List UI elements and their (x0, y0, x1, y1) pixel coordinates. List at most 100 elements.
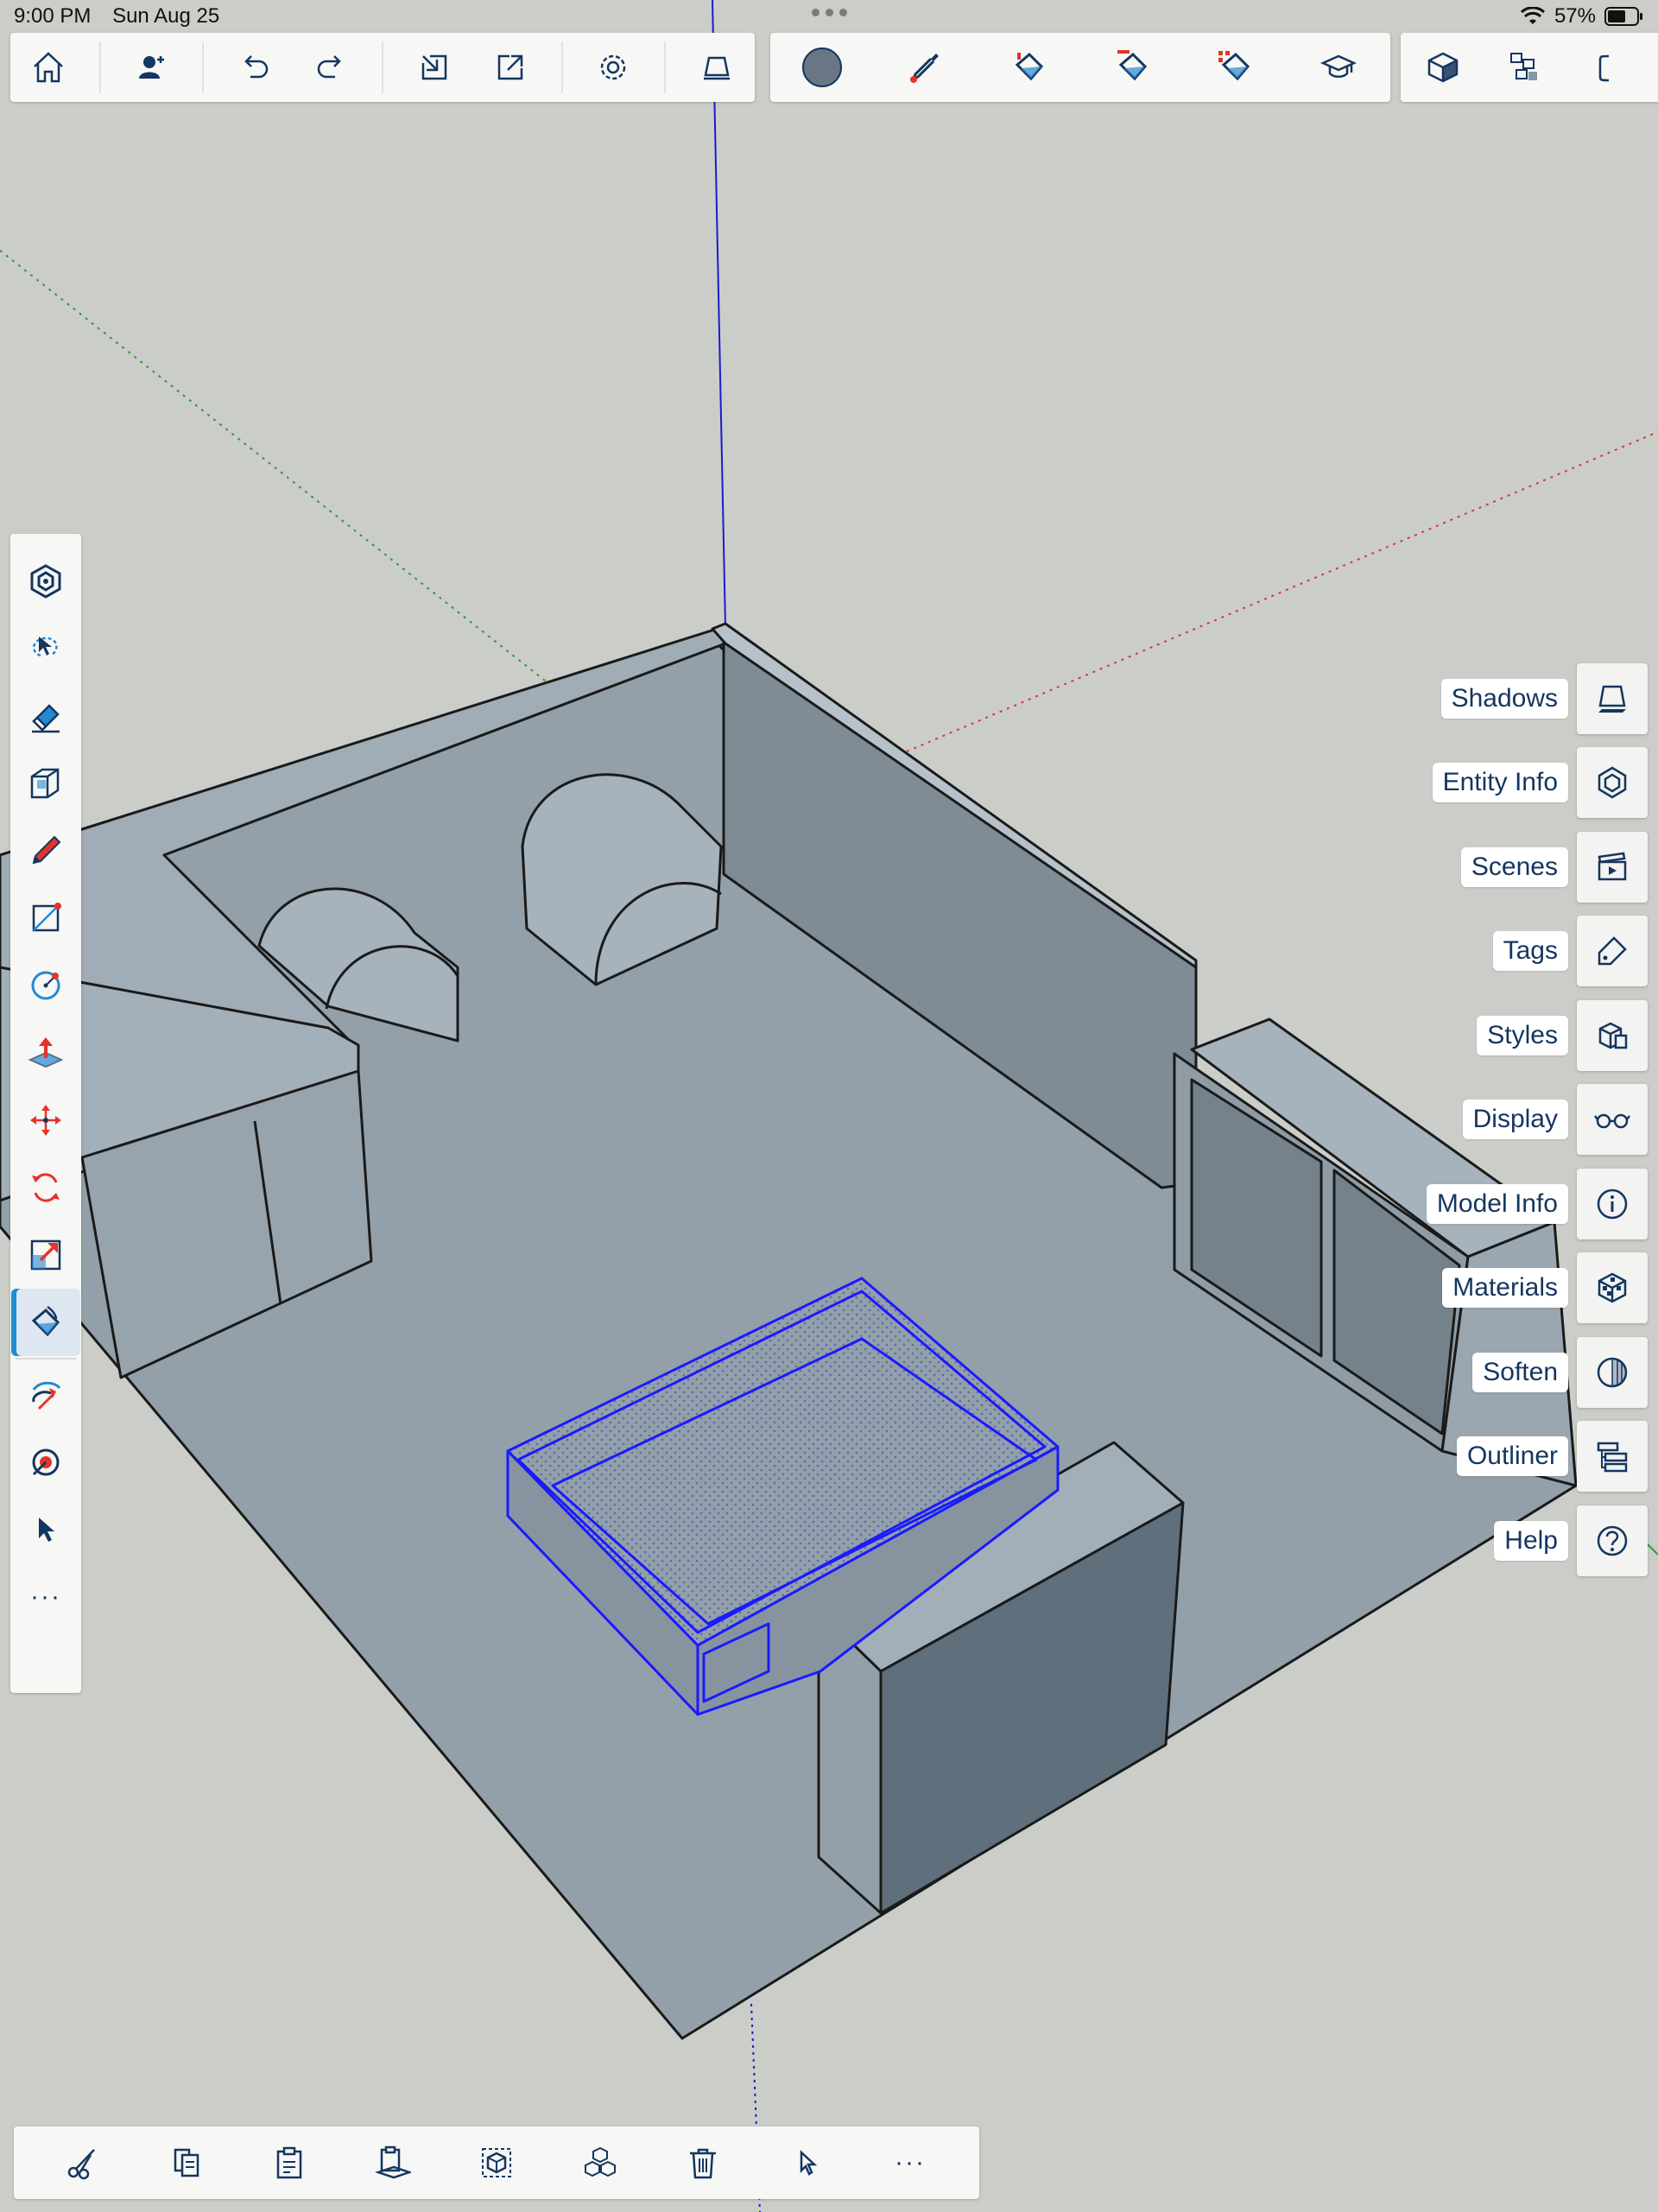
panel-row-model-info[interactable]: Model Info (1426, 1162, 1648, 1246)
paint-bucket-replace-button[interactable] (1210, 42, 1260, 92)
bottom-toolbar: ··· (14, 2126, 979, 2199)
push-pull-icon (28, 1037, 64, 1068)
panel-label-outliner[interactable]: Outliner (1456, 1436, 1568, 1477)
panel-row-tags[interactable]: Tags (1427, 910, 1648, 994)
paint-bucket-replace-icon (1218, 51, 1250, 81)
outliner-icon (1597, 1442, 1628, 1473)
panel-button-outliner[interactable] (1577, 1421, 1648, 1493)
redo-button[interactable] (306, 42, 356, 92)
push-pull-tool[interactable] (11, 1019, 80, 1087)
home-button[interactable] (23, 42, 73, 92)
more-actions-button[interactable]: ··· (879, 2132, 941, 2194)
panel-label-shadows[interactable]: Shadows (1440, 678, 1568, 719)
panel-row-entity-info[interactable]: Entity Info (1427, 741, 1648, 826)
tape-measure-tool[interactable] (11, 1429, 80, 1496)
panel-label-tags[interactable]: Tags (1492, 931, 1568, 972)
orbit-tool[interactable] (11, 1361, 80, 1429)
panel-label-model-info[interactable]: Model Info (1426, 1183, 1568, 1224)
copy-button[interactable] (155, 2132, 218, 2194)
panel-row-styles[interactable]: Styles (1427, 993, 1648, 1078)
paint-bucket-button[interactable] (1003, 42, 1054, 92)
color-swatch-button[interactable] (797, 42, 847, 92)
panel-label-scenes[interactable]: Scenes (1460, 846, 1568, 887)
panel-button-materials[interactable] (1577, 1252, 1648, 1324)
panel-row-display[interactable]: Display (1427, 1078, 1648, 1163)
pencil-tool[interactable] (11, 817, 80, 884)
make-component-button[interactable] (569, 2132, 631, 2194)
panel-row-scenes[interactable]: Scenes (1427, 825, 1648, 910)
rectangle-tool[interactable] (11, 884, 80, 952)
green-axis (0, 250, 554, 688)
scale-tool[interactable] (11, 1221, 80, 1289)
model-viewport[interactable] (0, 0, 1658, 2212)
components-button[interactable] (1499, 42, 1549, 92)
solid-tools-tool[interactable] (11, 750, 80, 817)
panel-label-entity-info[interactable]: Entity Info (1432, 763, 1568, 803)
paint-bucket-tool[interactable] (11, 1289, 80, 1356)
tags-icon (1598, 936, 1627, 966)
select-all-icon (481, 2148, 511, 2177)
eyedropper-button[interactable] (900, 42, 950, 92)
cut-icon (67, 2149, 95, 2180)
wifi-icon (1520, 7, 1545, 24)
panel-toggle-button[interactable] (1580, 42, 1630, 92)
panel-button-display[interactable] (1577, 1084, 1648, 1156)
solid-tools-icon (30, 768, 60, 799)
panel-button-tags[interactable] (1577, 916, 1648, 987)
panel-button-styles[interactable] (1577, 999, 1648, 1071)
learn-button[interactable] (1313, 42, 1364, 92)
select-tool[interactable] (11, 1496, 80, 1563)
battery-percent: 57% (1554, 4, 1596, 28)
view-cube-button[interactable] (1418, 42, 1468, 92)
move-tool[interactable] (11, 1087, 80, 1154)
paste-button[interactable] (258, 2132, 320, 2194)
panel-label-soften[interactable]: Soften (1472, 1352, 1568, 1392)
entity-info-icon (1598, 766, 1627, 799)
panel-row-shadows[interactable]: Shadows (1427, 656, 1648, 741)
panel-button-scenes[interactable] (1577, 831, 1648, 903)
cut-button[interactable] (52, 2132, 114, 2194)
export-button[interactable] (485, 42, 535, 92)
more-tools-button[interactable]: ··· (11, 1563, 80, 1631)
panel-row-materials[interactable]: Materials (1427, 1246, 1648, 1331)
eraser-mode-button[interactable] (692, 42, 742, 92)
panel-button-model-info[interactable] (1577, 1168, 1648, 1239)
panel-button-entity-info[interactable] (1577, 747, 1648, 819)
display-icon (1594, 1114, 1630, 1129)
paste-in-place-button[interactable] (362, 2132, 424, 2194)
rotate-tool[interactable] (11, 1154, 80, 1221)
object-snap-tool[interactable] (11, 548, 80, 615)
panel-label-materials[interactable]: Materials (1442, 1268, 1568, 1309)
import-button[interactable] (409, 42, 459, 92)
panel-label-help[interactable]: Help (1494, 1520, 1568, 1561)
circle-tool[interactable] (11, 952, 80, 1019)
eraser-tool[interactable] (11, 682, 80, 750)
panel-button-soften[interactable] (1577, 1336, 1648, 1408)
select-all-button[interactable] (465, 2132, 528, 2194)
delete-icon (690, 2148, 717, 2179)
delete-button[interactable] (672, 2132, 734, 2194)
paint-bucket-match-icon (1117, 50, 1147, 81)
undo-button[interactable] (230, 42, 280, 92)
panel-row-help[interactable]: Help (1427, 1499, 1648, 1583)
panel-button-shadows[interactable] (1577, 662, 1648, 734)
collaborate-button[interactable] (127, 42, 177, 92)
toolbar-separator (202, 41, 205, 93)
panel-label-styles[interactable]: Styles (1477, 1015, 1568, 1055)
settings-button[interactable] (588, 42, 638, 92)
paint-bucket-match-button[interactable] (1107, 42, 1157, 92)
select-cursor-button[interactable] (775, 2132, 838, 2194)
status-time: 9:00 PM (14, 4, 92, 28)
orbit-icon (32, 1381, 61, 1410)
status-date: Sun Aug 25 (112, 4, 220, 28)
select-cursor-icon (800, 2150, 818, 2176)
lasso-select-tool[interactable] (11, 615, 80, 682)
panel-button-help[interactable] (1577, 1505, 1648, 1576)
multitasking-grabber[interactable] (812, 9, 847, 16)
panel-label-display[interactable]: Display (1462, 1100, 1568, 1140)
top-toolbar-paint (770, 33, 1390, 102)
panel-row-outliner[interactable]: Outliner (1427, 1415, 1648, 1499)
eraser-icon (32, 704, 60, 733)
rotate-icon (32, 1173, 60, 1202)
panel-row-soften[interactable]: Soften (1427, 1330, 1648, 1415)
